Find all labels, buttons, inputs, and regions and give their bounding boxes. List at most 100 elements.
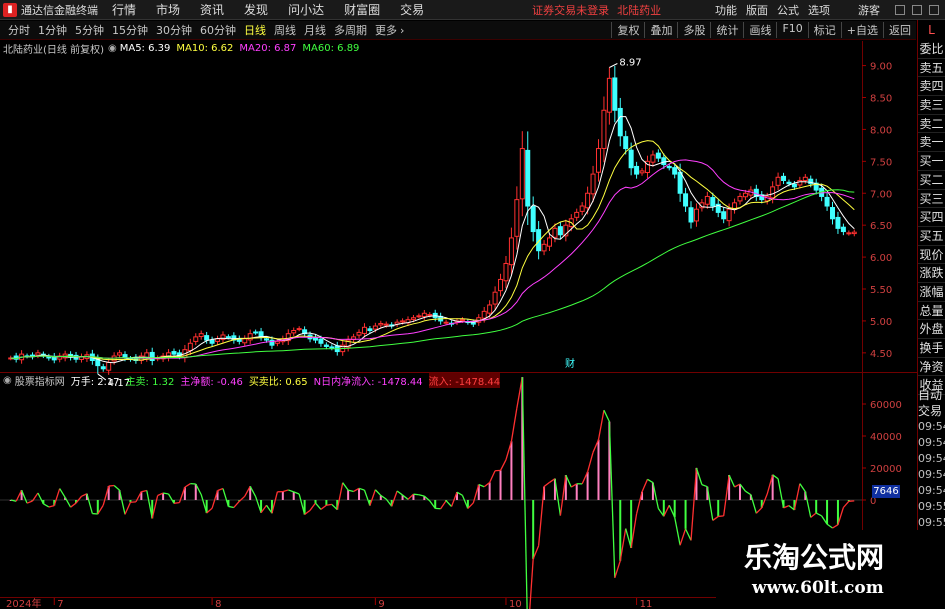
- quote-field-label: 净资: [918, 358, 945, 377]
- price-tick-label: 7.00: [870, 189, 892, 200]
- candle-body: [726, 208, 732, 222]
- candle-body: [688, 207, 694, 223]
- indicator-line-segment: [755, 507, 763, 514]
- trade-side-panel: 自动交易 09:54 09:54 09:54 09:54 09:54 09:55 09:55: [918, 387, 945, 531]
- candle-body: [634, 165, 640, 175]
- candle-body: [704, 195, 710, 205]
- candle-body: [557, 226, 563, 236]
- indicator-line-segment: [826, 523, 833, 529]
- indicator-value: 买卖比: 0.65: [248, 376, 308, 388]
- price-tick-label: 7.50: [870, 157, 892, 168]
- stock-title: 北陆药业(日线 前复权): [3, 44, 104, 56]
- indicator-line-segment: [586, 452, 594, 473]
- indicator-line-segment: [37, 492, 44, 505]
- indicator-bar: [815, 500, 818, 514]
- price-tick-label: 5.50: [870, 285, 892, 296]
- indicator-line-segment: [363, 489, 371, 506]
- candle-body: [693, 208, 699, 222]
- time-tick-label: 8: [215, 599, 221, 609]
- indicator-line-segment: [86, 493, 93, 514]
- indicator-line-segment: [48, 504, 55, 508]
- indicator-line-segment: [288, 489, 294, 493]
- time-tick-label: 11: [640, 599, 653, 609]
- indicator-bar: [499, 470, 502, 500]
- indicator-value: 万手: 2.17: [70, 376, 120, 388]
- candle-body: [824, 196, 830, 207]
- candle-body: [585, 192, 591, 209]
- candle-body: [672, 167, 678, 175]
- indicator-line-segment: [238, 495, 246, 502]
- indicator-line-segment: [810, 512, 817, 518]
- gear-icon[interactable]: ◉: [3, 375, 12, 386]
- indicator-line-segment: [718, 515, 724, 518]
- candle-body: [247, 333, 253, 341]
- indicator-value: N日内净流入: -1478.44: [313, 376, 423, 388]
- indicator-tick-label: 40000: [870, 432, 902, 443]
- candle-body: [639, 170, 645, 174]
- indicator-line-segment: [597, 410, 605, 440]
- candle-body: [171, 351, 177, 355]
- indicator-line-segment: [369, 489, 376, 506]
- candle-body: [530, 205, 536, 233]
- indicator-bar: [162, 493, 165, 500]
- indicator-line-segment: [712, 515, 719, 521]
- price-tick-label: 6.50: [870, 221, 892, 232]
- indicator-bar: [717, 500, 720, 517]
- candle-body: [106, 361, 112, 371]
- candle-body: [797, 179, 803, 186]
- candle-body: [737, 195, 743, 202]
- indicator-bar: [684, 500, 687, 529]
- indicator-line-segment: [53, 488, 61, 506]
- indicator-line-segment: [217, 487, 224, 492]
- ma20-label: MA20: 6.87: [239, 42, 297, 54]
- chart-canvas[interactable]: 9.00 8.50 8.00 7.50 7.00 6.50 6.00 5.50 5.00 4.50…: [0, 0, 918, 609]
- quote-field-label: 外盘: [918, 320, 945, 339]
- ma-info-line: 北陆药业(日线 前复权) ◉ MA5: 6.39 MA10: 6.62 MA20…: [0, 41, 365, 56]
- quote-field-label: 现价: [918, 246, 945, 265]
- indicator-line-segment: [440, 500, 447, 510]
- indicator-line-segment: [510, 408, 518, 442]
- candle-body: [683, 193, 689, 207]
- candle-body: [459, 319, 465, 322]
- candle-body: [481, 310, 487, 319]
- time-tick-label: 9: [378, 599, 384, 609]
- trade-time: 09:54: [918, 484, 945, 497]
- ma5-line: [10, 116, 855, 364]
- quote-field-label: 涨跌: [918, 264, 945, 283]
- candle-body: [830, 207, 836, 220]
- candle-body: [617, 107, 623, 137]
- price-tick-label: 8.50: [870, 93, 892, 104]
- indicator-line-segment: [282, 489, 289, 493]
- indicator-bar: [619, 500, 622, 561]
- indicator-line-segment: [314, 502, 322, 510]
- quote-field-label: 买三: [918, 190, 945, 209]
- trade-time: 09:54: [918, 452, 945, 465]
- close-icon[interactable]: [929, 4, 939, 15]
- candle-body: [193, 336, 199, 342]
- price-tick-label: 5.00: [870, 317, 892, 328]
- candle-body: [291, 330, 297, 334]
- indicator-line-segment: [842, 500, 850, 508]
- price-annotation: 8.97: [619, 57, 641, 68]
- candle-body: [416, 315, 422, 318]
- candle-body: [595, 148, 601, 173]
- indicator-line-segment: [679, 528, 687, 546]
- indicator-line-segment: [124, 501, 132, 515]
- candle-body: [296, 328, 302, 331]
- quote-field-label: 总量: [918, 302, 945, 321]
- ma10-line: [10, 140, 855, 361]
- trade-time: 09:54: [918, 468, 945, 481]
- candle-body: [851, 231, 857, 235]
- quote-field-label: 涨幅: [918, 283, 945, 302]
- indicator-line-segment: [690, 467, 698, 541]
- candle-body: [661, 157, 667, 166]
- corner-label: L: [928, 23, 935, 37]
- indicator-value: 主净额: -0.46: [180, 376, 243, 388]
- gear-icon[interactable]: ◉: [108, 43, 117, 54]
- annotation-leader: [609, 63, 618, 68]
- indicator-bar: [488, 482, 491, 500]
- indicator-line-segment: [309, 502, 317, 511]
- quote-field-label: 买一: [918, 152, 945, 171]
- indicator-line-segment: [745, 490, 752, 496]
- candle-body: [508, 237, 514, 266]
